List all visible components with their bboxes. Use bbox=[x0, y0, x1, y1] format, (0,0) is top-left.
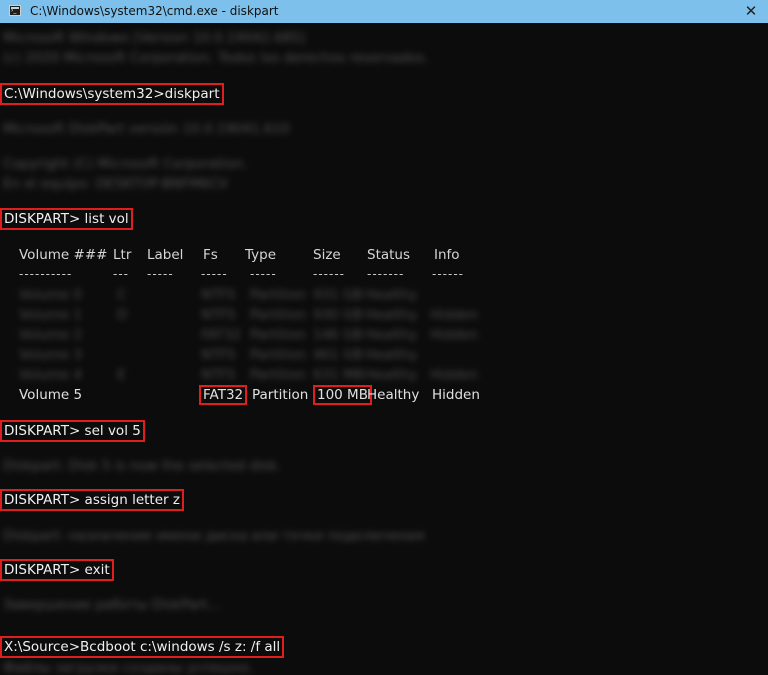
blurred-row-cell: Healthy bbox=[365, 327, 418, 343]
blurred-row-cell: 146 GB bbox=[313, 327, 363, 343]
command-exit: DISKPART> exit bbox=[0, 559, 114, 581]
col-header-info: Info bbox=[434, 247, 460, 263]
blurred-row-cell: 931 GB bbox=[313, 287, 363, 303]
blurred-computer-name: En el equipo: DESKTOP-BNFM6CV bbox=[3, 176, 229, 192]
col-header-label: Label bbox=[147, 247, 184, 263]
col-divider: ----- bbox=[147, 267, 174, 281]
command-assign-letter: DISKPART> assign letter z bbox=[0, 489, 184, 511]
blurred-row-cell: Partition bbox=[250, 307, 307, 323]
blurred-row-cell: Volume 4 bbox=[19, 367, 83, 383]
col-header-volume: Volume ### bbox=[19, 247, 108, 263]
blurred-version-line: Microsoft Windows [Version 10.0.19042.68… bbox=[3, 30, 306, 46]
blurred-rights-line: (c) 2020 Microsoft Corporation. Todos lo… bbox=[3, 50, 429, 66]
blurred-row-cell: Healthy bbox=[365, 347, 418, 363]
blurred-row-cell: 631 MB bbox=[313, 367, 364, 383]
blurred-row-cell: Volume 2 bbox=[19, 327, 83, 343]
volume-5-fs-highlight: FAT32 bbox=[199, 385, 248, 405]
command-list-vol: DISKPART> list vol bbox=[0, 208, 133, 230]
console-output[interactable]: Microsoft Windows [Version 10.0.19042.68… bbox=[0, 23, 768, 675]
command-bcdboot: X:\Source>Bcdboot c:\windows /s z: /f al… bbox=[0, 636, 285, 658]
blurred-row-cell: C bbox=[117, 287, 127, 303]
blurred-row-cell: NTFS bbox=[201, 287, 236, 303]
close-button[interactable]: ✕ bbox=[742, 1, 760, 21]
blurred-row-cell: E bbox=[117, 367, 126, 383]
col-header-type: Type bbox=[245, 247, 277, 263]
blurred-bcdboot-result: Файлы загрузки созданы успешно. bbox=[3, 660, 254, 675]
blurred-row-cell: NTFS bbox=[201, 367, 236, 383]
window-title: C:\Windows\system32\cmd.exe - diskpart bbox=[30, 4, 279, 18]
volume-5-type: Partition bbox=[252, 387, 309, 403]
col-header-fs: Fs bbox=[203, 247, 218, 263]
blurred-row-cell: Healthy bbox=[365, 307, 418, 323]
command-sel-vol: DISKPART> sel vol 5 bbox=[0, 420, 145, 442]
col-divider: ---------- bbox=[19, 267, 73, 281]
blurred-row-cell: NTFS bbox=[201, 307, 236, 323]
blurred-row-cell: Healthy bbox=[365, 287, 418, 303]
console-app-icon bbox=[9, 5, 21, 16]
blurred-copyright: Copyright (C) Microsoft Corporation. bbox=[3, 156, 248, 172]
volume-5-status: Healthy bbox=[367, 387, 420, 403]
blurred-row-cell: FAT32 bbox=[201, 327, 242, 343]
blurred-row-cell: Partition bbox=[250, 287, 307, 303]
blurred-row-cell: Partition bbox=[250, 367, 307, 383]
blurred-row-cell: Hidden bbox=[430, 367, 478, 383]
col-header-ltr: Ltr bbox=[113, 247, 132, 263]
blurred-row-cell: NTFS bbox=[201, 347, 236, 363]
col-divider: ------ bbox=[432, 267, 464, 281]
blurred-row-cell: Volume 3 bbox=[19, 347, 83, 363]
blurred-selected-disk: Diskpart: Disk 5 is now the selected dis… bbox=[3, 458, 282, 474]
volume-5-size-highlight: 100 MB bbox=[313, 385, 372, 405]
blurred-row-cell: D bbox=[117, 307, 128, 323]
blurred-row-cell: Hidden bbox=[430, 327, 478, 343]
command-diskpart: C:\Windows\system32>diskpart bbox=[0, 83, 224, 105]
blurred-row-cell: 461 GB bbox=[313, 347, 363, 363]
volume-5-name: Volume 5 bbox=[19, 387, 83, 403]
col-divider: --- bbox=[113, 267, 129, 281]
title-bar[interactable]: C:\Windows\system32\cmd.exe - diskpart ✕ bbox=[0, 0, 768, 23]
blurred-diskpart-version: Microsoft DiskPart versión 10.0.19041.61… bbox=[3, 121, 290, 137]
col-divider: ----- bbox=[250, 267, 277, 281]
col-header-size: Size bbox=[313, 247, 341, 263]
blurred-row-cell: Volume 1 bbox=[19, 307, 83, 323]
volume-5-info: Hidden bbox=[432, 387, 480, 403]
blurred-row-cell: Partition bbox=[250, 347, 307, 363]
col-divider: ------- bbox=[367, 267, 405, 281]
col-divider: ----- bbox=[201, 267, 228, 281]
blurred-row-cell: Hidden bbox=[430, 307, 478, 323]
blurred-exit-result: Завершение работы DiskPart... bbox=[3, 597, 221, 613]
blurred-row-cell: 930 GB bbox=[313, 307, 363, 323]
col-header-status: Status bbox=[367, 247, 411, 263]
cmd-window: C:\Windows\system32\cmd.exe - diskpart ✕… bbox=[0, 0, 768, 675]
blurred-row-cell: Partition bbox=[250, 327, 307, 343]
col-divider: ------ bbox=[313, 267, 345, 281]
blurred-assign-result: Diskpart: назначение имени диска или точ… bbox=[3, 528, 425, 544]
blurred-row-cell: Healthy bbox=[365, 367, 418, 383]
blurred-row-cell: Volume 0 bbox=[19, 287, 83, 303]
